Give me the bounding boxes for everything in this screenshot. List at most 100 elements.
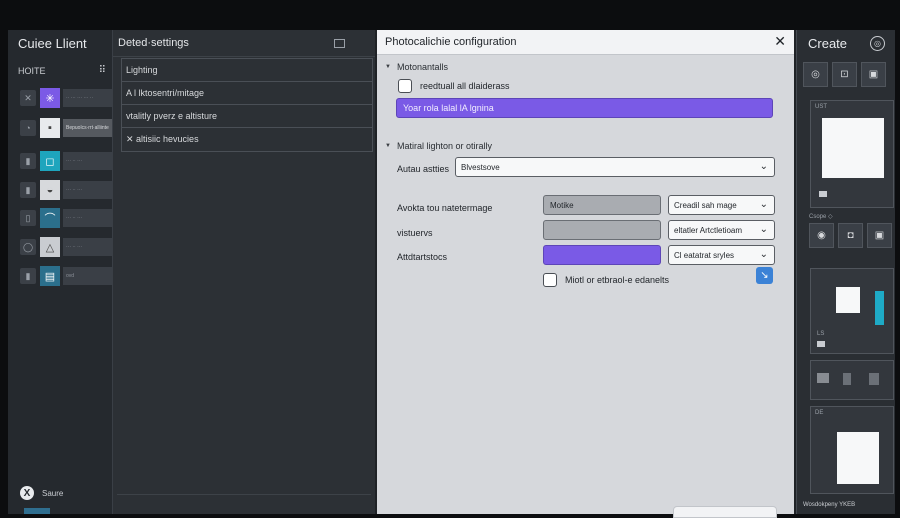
accent-bar bbox=[875, 291, 884, 325]
select-value: Blvestsove bbox=[461, 162, 500, 172]
settings-row[interactable]: Lighting bbox=[122, 59, 372, 82]
sliders-icon bbox=[869, 373, 879, 385]
sidebar-thumbnail-icon: ◻ bbox=[40, 151, 60, 171]
sidebar-item[interactable]: ▮ ◻ ··· ·· ··· bbox=[20, 149, 112, 173]
card-icon bbox=[817, 341, 825, 347]
expand-icon[interactable]: ↘ bbox=[756, 267, 773, 284]
section-header[interactable]: ▼ Motonantalls bbox=[385, 62, 448, 72]
text-input[interactable] bbox=[543, 220, 661, 240]
sidebar-item[interactable]: ◯ △ ··· ·· ··· bbox=[20, 235, 112, 259]
checkbox[interactable] bbox=[398, 79, 412, 93]
document-thumbnail bbox=[837, 432, 879, 484]
option-select[interactable]: Cl eatatrat sryles ⌄ bbox=[668, 245, 775, 265]
sidebar-bottom-strip bbox=[24, 508, 50, 514]
sidebar-lead-icon: ▮ bbox=[20, 182, 36, 198]
preview-card[interactable]: UST bbox=[810, 100, 894, 208]
section-title: Motonantalls bbox=[396, 62, 448, 72]
gallery-icon[interactable]: ▣ bbox=[861, 62, 886, 87]
preview-card[interactable]: DE bbox=[810, 406, 894, 494]
checkbox-label: Miotl or etbraol-e edanelts bbox=[565, 275, 670, 285]
frame-icon[interactable]: ⊡ bbox=[832, 62, 857, 87]
settings-title: Deted·settings bbox=[118, 37, 189, 49]
create-panel: Create ◎ ◎ ⊡ ▣ UST Csope ◇ ◉ ◘ ▣ LS DE W… bbox=[796, 30, 895, 514]
settings-row[interactable]: vtalitly pverz e altisture bbox=[122, 105, 372, 128]
sidebar-thumbnail-icon: ◒ bbox=[40, 180, 60, 200]
option-select[interactable]: eltatler Artctletioam ⌄ bbox=[668, 220, 775, 240]
sidebar-item-label: ··· ·· ··· bbox=[63, 181, 112, 199]
section-header[interactable]: ▼ Matiral lighton or otirally bbox=[385, 141, 492, 151]
sidebar-item[interactable]: ▮ ▤ ovd bbox=[20, 264, 112, 288]
chevron-down-icon: ⌄ bbox=[759, 199, 768, 210]
shape-icon[interactable]: ◘ bbox=[838, 223, 863, 248]
chevron-down-icon: ⌄ bbox=[759, 161, 768, 172]
settings-row[interactable]: A l lktosentri/mitage bbox=[122, 82, 372, 105]
chevron-down-icon: ⌄ bbox=[759, 224, 768, 235]
card-label: DE bbox=[815, 410, 824, 416]
settings-icon[interactable]: ◎ bbox=[870, 36, 885, 51]
section-title: Matiral lighton or otirally bbox=[396, 141, 492, 151]
sidebar-item[interactable]: ▮ ◒ ··· ·· ··· bbox=[20, 178, 112, 202]
sidebar-footer[interactable]: X Saure bbox=[20, 486, 63, 500]
sidebar-item[interactable]: ✕ ✳ ·· ··· ··· ··· ·· bbox=[20, 86, 112, 110]
slider-icon bbox=[843, 373, 851, 385]
card-icon bbox=[819, 191, 827, 197]
create-title: Create bbox=[808, 36, 848, 51]
text-input[interactable] bbox=[543, 245, 661, 265]
field-label: Avokta tou natetermage bbox=[397, 203, 493, 213]
style-select[interactable]: Blvestsove ⌄ bbox=[455, 157, 775, 177]
checkbox-row[interactable]: reedtuall all dlaiderass bbox=[398, 79, 510, 93]
panel-footer: Wosdokpeny YKEB bbox=[803, 502, 856, 508]
create-header: Create ◎ bbox=[797, 30, 895, 56]
chevron-down-icon: ⌄ bbox=[759, 249, 768, 260]
app-title: Cuiee Llient bbox=[18, 36, 87, 51]
select-value: Creadil sah mage bbox=[674, 200, 737, 210]
sidebar-item[interactable]: ▯ ⌒ ··· ·· ··· bbox=[20, 206, 112, 230]
preview-image bbox=[822, 118, 884, 178]
sidebar-lead-icon: ▯ bbox=[20, 210, 36, 226]
checkbox-label: reedtuall all dlaiderass bbox=[420, 81, 510, 91]
square-icon[interactable]: ▣ bbox=[867, 223, 892, 248]
selected-option-bar[interactable]: Yoar rola lalal lA lgnina bbox=[396, 98, 773, 118]
configuration-dialog: Photocalichie configuration ✕ ▼ Motonant… bbox=[377, 30, 794, 518]
card-label: Csope ◇ bbox=[809, 214, 833, 220]
field-label: Attdtartstocs bbox=[397, 252, 448, 262]
sidebar-item-label: ·· ··· ··· ··· ·· bbox=[63, 89, 112, 107]
sidebar-footer-label: Saure bbox=[42, 488, 64, 498]
option-select[interactable]: Creadil sah mage ⌄ bbox=[668, 195, 775, 215]
sidebar-item-active[interactable]: ◔ ▪ Bepuolcs·rrt·alliinte bbox=[20, 116, 112, 140]
select-value: eltatler Artctletioam bbox=[674, 225, 743, 235]
sidebar-thumbnail-icon: ▪ bbox=[40, 118, 60, 138]
grid-menu-icon[interactable]: ⠿ bbox=[99, 65, 106, 76]
sidebar-thumbnail-icon: ▤ bbox=[40, 266, 60, 286]
settings-list: Lighting A l lktosentri/mitage vtalitly … bbox=[121, 58, 373, 152]
field-label: Autau astties bbox=[397, 164, 450, 174]
sidebar-item-label: ··· ·· ··· bbox=[63, 152, 112, 170]
app-logo-icon: X bbox=[20, 486, 34, 500]
home-row[interactable]: HOITE ⠿ bbox=[18, 65, 106, 76]
card-label: LS bbox=[817, 331, 825, 337]
close-icon[interactable]: ✕ bbox=[774, 33, 786, 50]
preview-image bbox=[836, 287, 860, 313]
sidebar-item-label: Bepuolcs·rrt·alliinte bbox=[63, 119, 112, 137]
sidebar-item-label: ovd bbox=[63, 267, 112, 285]
card-label: UST bbox=[815, 104, 827, 110]
select-value: Cl eatatrat sryles bbox=[674, 250, 735, 260]
checkbox[interactable] bbox=[543, 273, 557, 287]
dialog-bottom-button[interactable] bbox=[673, 506, 777, 518]
toolbar: ◉ ◘ ▣ bbox=[797, 223, 892, 248]
target-icon[interactable]: ◎ bbox=[803, 62, 828, 87]
sidebar-thumbnail-icon: △ bbox=[40, 237, 60, 257]
sidebar-lead-icon: ▮ bbox=[20, 153, 36, 169]
checkbox-row[interactable]: Miotl or etbraol-e edanelts bbox=[543, 273, 669, 287]
window-icon[interactable] bbox=[334, 39, 345, 48]
settings-row[interactable]: ✕ altisiic hevucies bbox=[122, 128, 372, 150]
preview-card[interactable]: LS bbox=[810, 268, 894, 354]
sidebar-thumbnail-icon: ✳ bbox=[40, 88, 60, 108]
caret-down-icon: ▼ bbox=[385, 143, 391, 149]
sidebar-lead-icon: ◯ bbox=[20, 239, 36, 255]
sidebar-lead-icon: ✕ bbox=[20, 90, 36, 106]
monitor-icon bbox=[817, 373, 829, 383]
circle-icon[interactable]: ◉ bbox=[809, 223, 834, 248]
text-input[interactable]: Motike bbox=[543, 195, 661, 215]
caret-down-icon: ▼ bbox=[385, 64, 391, 70]
